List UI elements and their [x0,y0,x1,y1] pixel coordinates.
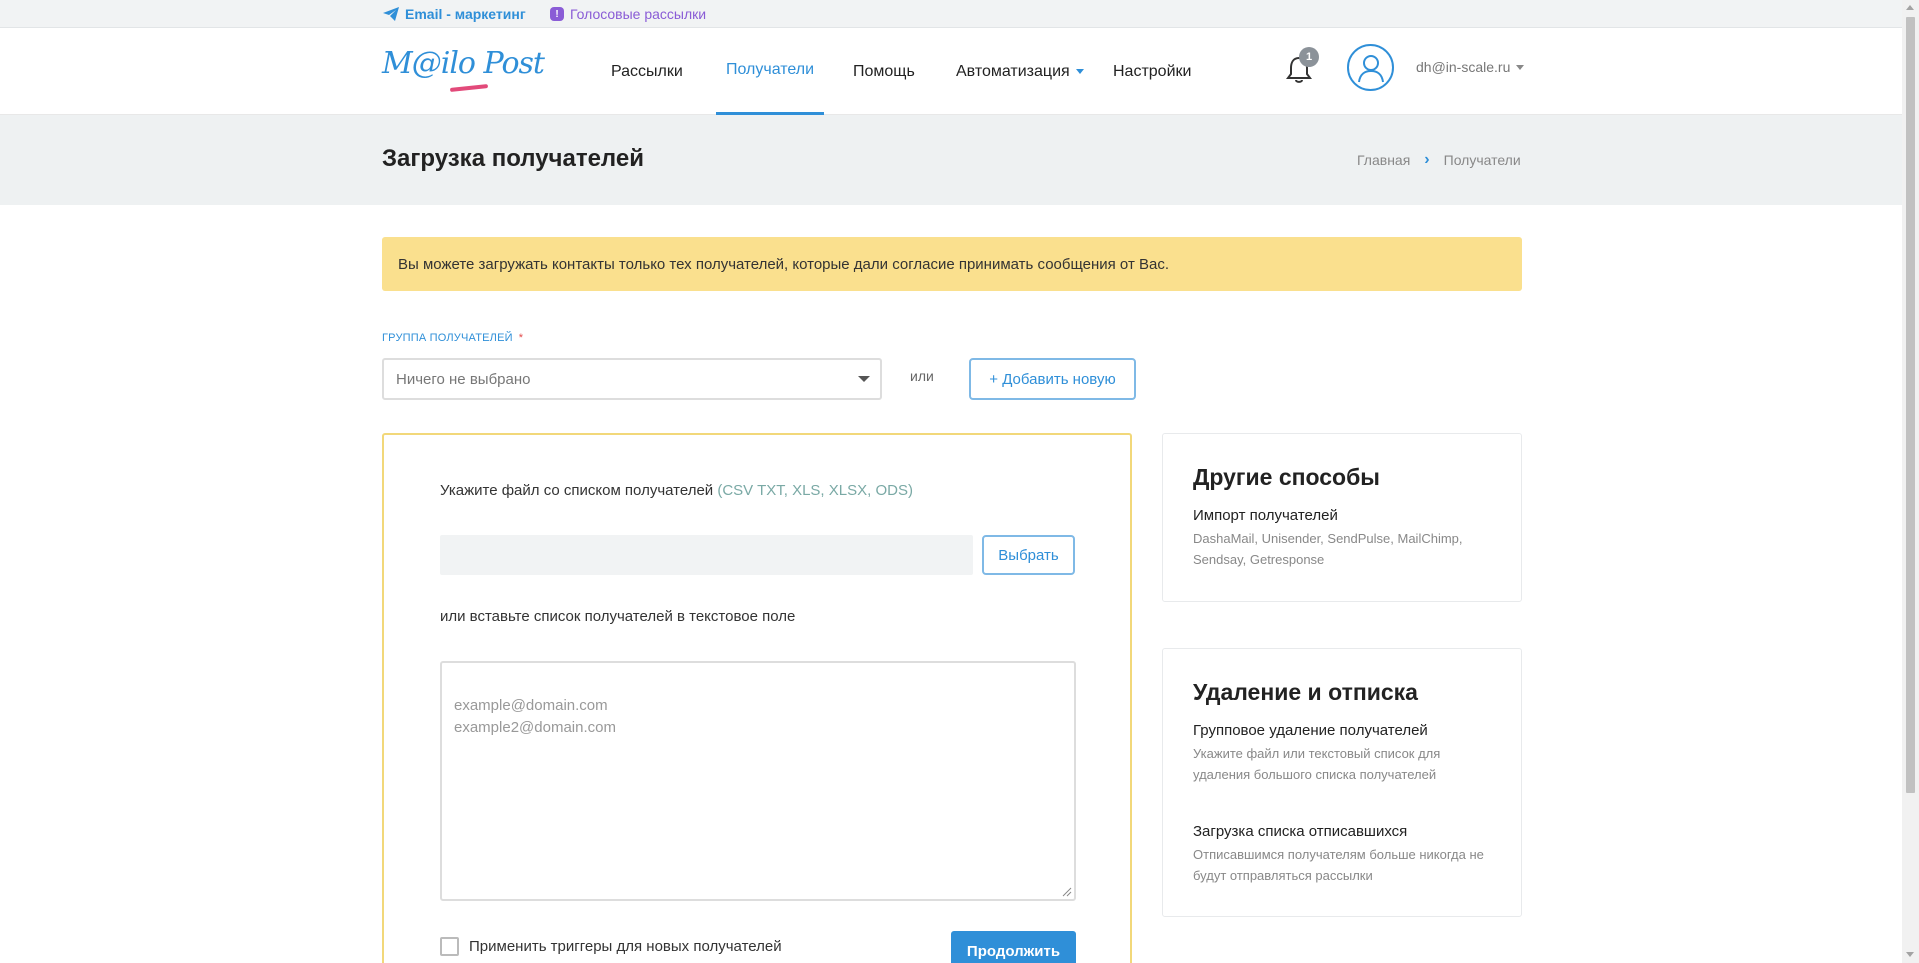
other-methods-title: Другие способы [1193,464,1380,490]
user-menu[interactable]: dh@in-scale.ru [1416,59,1525,75]
product-switcher-bar: Email - маркетинг ! Голосовые рассылки [0,0,1902,28]
recipients-textarea[interactable]: example@domain.com example2@domain.com [440,661,1076,901]
vertical-scrollbar[interactable] [1902,0,1919,963]
nav-label: Настройки [1113,62,1192,80]
nav-item-automation[interactable]: Автоматизация [956,28,1084,115]
removal-title: Удаление и отписка [1193,679,1418,705]
bulk-delete-link[interactable]: Групповое удаление получателей [1193,722,1428,739]
main-header: M@ilo Post Рассылки Получатели Помощь Ав… [0,28,1902,115]
consent-alert: Вы можете загружать контакты только тех … [382,237,1522,291]
other-methods-card: Другие способы Импорт получателей DashaM… [1162,433,1522,602]
or-separator: или [910,368,934,384]
apply-triggers-checkbox[interactable] [440,937,459,956]
paste-instruction: или вставьте список получателей в тексто… [440,608,796,625]
breadcrumb-current: Получатели [1443,152,1521,168]
unsubscribed-upload-link[interactable]: Загрузка списка отписавшихся [1193,823,1407,840]
breadcrumb: Главная › Получатели [1357,151,1521,169]
user-email: dh@in-scale.ru [1416,59,1511,75]
paper-plane-icon [383,7,399,21]
select-value: Ничего не выбрано [396,370,531,388]
import-services: DashaMail, Unisender, SendPulse, MailChi… [1193,531,1463,567]
group-label-text: ГРУППА ПОЛУЧАТЕЛЕЙ [382,332,513,344]
email-marketing-label: Email - маркетинг [405,6,526,22]
file-path-field[interactable] [440,535,973,575]
upload-panel: Укажите файл со списком получателей (CSV… [382,433,1132,963]
add-new-group-button[interactable]: + Добавить новую [969,358,1136,400]
scroll-thumb[interactable] [1906,17,1915,793]
apply-triggers-option[interactable]: Применить триггеры для новых получателей [440,937,782,956]
dropdown-caret-icon [1075,69,1084,74]
page-title-bar: Загрузка получателей Главная › Получател… [0,115,1902,205]
email-marketing-link[interactable]: Email - маркетинг [383,6,526,22]
chevron-right-icon: › [1424,151,1430,168]
nav-item-mailings[interactable]: Рассылки [611,28,683,115]
nav-item-help[interactable]: Помощь [853,28,915,115]
logo-text: M@ilo Post [382,46,545,81]
nav-item-recipients[interactable]: Получатели [716,28,824,115]
voice-icon: ! [550,7,564,21]
user-icon [1357,54,1384,82]
nav-label: Автоматизация [956,62,1070,80]
file-formats: (CSV TXT, XLS, XLSX, ODS) [717,482,913,499]
nav-item-settings[interactable]: Настройки [1113,28,1191,115]
continue-button[interactable]: Продолжить [951,931,1076,963]
removal-card: Удаление и отписка Групповое удаление по… [1162,648,1522,917]
textarea-placeholder: example@domain.com example2@domain.com [454,697,616,736]
unsubscribed-desc: Отписавшимся получателям больше никогда … [1193,847,1484,883]
bulk-delete-desc: Укажите файл или текстовый список для уд… [1193,746,1441,782]
page-title: Загрузка получателей [382,145,644,172]
scroll-down-arrow-icon[interactable] [1906,952,1914,957]
logo-underline [449,84,489,92]
dropdown-arrow-icon [858,376,870,382]
resize-grip-icon[interactable] [1062,887,1072,897]
required-mark: * [518,332,524,344]
voice-mailing-label: Голосовые рассылки [570,6,707,22]
recipient-group-select[interactable]: Ничего не выбрано [382,358,882,400]
voice-mailing-link[interactable]: ! Голосовые рассылки [550,6,706,22]
file-instruction-text: Укажите файл со списком получателей [440,482,714,499]
breadcrumb-home[interactable]: Главная [1357,152,1410,168]
scroll-up-arrow-icon[interactable] [1906,5,1914,10]
alert-text: Вы можете загружать контакты только тех … [398,255,1169,273]
nav-label: Рассылки [611,62,683,80]
group-label: ГРУППА ПОЛУЧАТЕЛЕЙ * [382,332,523,344]
apply-triggers-label: Применить триггеры для новых получателей [469,938,782,955]
chevron-down-icon [1516,64,1525,70]
nav-label: Помощь [853,62,915,80]
avatar[interactable] [1347,44,1394,91]
file-instruction: Укажите файл со списком получателей (CSV… [440,482,913,499]
nav-label: Получатели [725,61,815,78]
logo[interactable]: M@ilo Post [382,46,545,92]
notification-badge: 1 [1299,47,1319,67]
import-recipients-link[interactable]: Импорт получателей [1193,507,1338,524]
choose-file-button[interactable]: Выбрать [982,535,1075,575]
